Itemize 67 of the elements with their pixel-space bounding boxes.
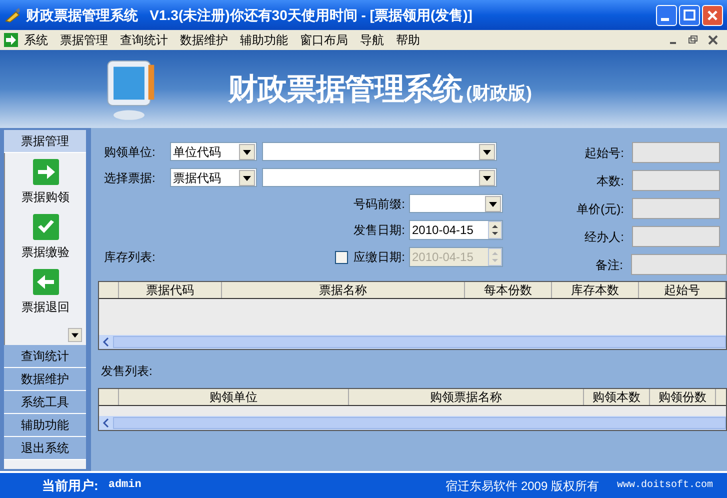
menu-item[interactable]: 辅助功能 xyxy=(234,31,294,49)
column-header[interactable]: 购领本数 xyxy=(584,389,650,405)
field-label: 备注: xyxy=(596,256,623,274)
sidebar-section[interactable]: 退出系统 xyxy=(4,437,86,460)
sidebar-section[interactable]: 查询统计 xyxy=(4,345,86,368)
menu-item[interactable]: 系统 xyxy=(18,31,54,49)
sidebar-section[interactable]: 票据管理 xyxy=(4,130,86,153)
text-field[interactable] xyxy=(632,226,720,247)
column-header[interactable]: 票据代码 xyxy=(119,282,222,298)
banner-title: 财政票据管理系统 xyxy=(228,72,462,108)
minimize-button[interactable] xyxy=(656,4,677,26)
scroll-down-button[interactable] xyxy=(68,328,82,342)
column-header[interactable]: 票据名称 xyxy=(222,282,465,298)
window-restore-icon[interactable] xyxy=(687,34,699,46)
spin-arrows-icon[interactable] xyxy=(488,221,502,239)
column-header[interactable]: 库存本数 xyxy=(552,282,639,298)
sidebar-item[interactable]: 票据购领 xyxy=(22,159,70,206)
dropdown[interactable]: 票据代码 xyxy=(170,168,257,187)
menu-item[interactable]: 导航 xyxy=(354,31,390,49)
field-label: 发售日期: xyxy=(354,222,405,239)
field-label: 购领单位: xyxy=(103,144,156,160)
sidebar-item[interactable]: 票据缴验 xyxy=(22,214,70,261)
text-field[interactable] xyxy=(632,198,720,219)
text-field[interactable] xyxy=(632,170,720,191)
window-close-icon[interactable] xyxy=(707,34,719,46)
banner-subtitle: (财政版) xyxy=(466,82,532,105)
dropdown[interactable]: 单位代码 xyxy=(170,142,257,161)
minimize-icon xyxy=(660,18,668,20)
user-name: admin xyxy=(108,478,142,494)
horizontal-scrollbar[interactable] xyxy=(99,416,726,430)
text-field[interactable] xyxy=(632,142,720,163)
horizontal-scrollbar[interactable] xyxy=(99,335,726,349)
field-label: 单价(元): xyxy=(576,200,624,218)
menu-item[interactable]: 查询统计 xyxy=(114,31,174,49)
column-header[interactable]: 起始号 xyxy=(639,282,726,298)
menu-item[interactable]: 帮助 xyxy=(390,31,426,49)
copyright-text: 宿迁东易软件 2009 版权所有 xyxy=(446,478,599,494)
field-label: 本数: xyxy=(596,172,624,190)
sidebar-section[interactable]: 系统工具 xyxy=(4,391,86,414)
column-header[interactable]: 购领单位 xyxy=(119,389,349,405)
menu-item[interactable]: 窗口布局 xyxy=(294,31,354,49)
column-header[interactable]: 每本份数 xyxy=(465,282,552,298)
menu-item[interactable]: 票据管理 xyxy=(54,31,114,49)
arrow-icon xyxy=(4,33,18,47)
field-label: 选择票据: xyxy=(103,170,156,186)
checkmark-icon xyxy=(32,214,58,240)
pen-icon xyxy=(4,6,22,24)
field-label: 经办人: xyxy=(584,228,624,246)
field-label: 应缴日期: xyxy=(354,249,405,266)
date-field: 2010-04-15 xyxy=(409,247,503,267)
website-text: www.doitsoft.com xyxy=(616,478,713,493)
sidebar-item[interactable]: 票据退回 xyxy=(22,269,70,316)
column-header[interactable]: 购领份数 xyxy=(650,389,716,405)
column-header[interactable]: 购领票据名称 xyxy=(349,389,584,405)
user-label: 当前用户: xyxy=(42,476,98,495)
field-label: 号码前缀: xyxy=(354,196,405,212)
section-label: 发售列表: xyxy=(100,363,154,380)
sidebar-section[interactable]: 数据维护 xyxy=(4,368,86,391)
sidebar-section[interactable]: 辅助功能 xyxy=(4,414,86,437)
close-button[interactable] xyxy=(702,4,723,26)
field-label: 库存列表: xyxy=(103,249,156,266)
menu-item[interactable]: 数据维护 xyxy=(174,31,234,49)
window-title: 财政票据管理系统 V1.3(未注册)你还有30天使用时间 - [票据领用(发售)] xyxy=(26,6,472,25)
field-label: 起始号: xyxy=(584,144,624,162)
maximize-button[interactable] xyxy=(679,4,700,26)
date-field[interactable]: 2010-04-15 xyxy=(409,220,503,240)
text-field[interactable] xyxy=(631,254,727,275)
